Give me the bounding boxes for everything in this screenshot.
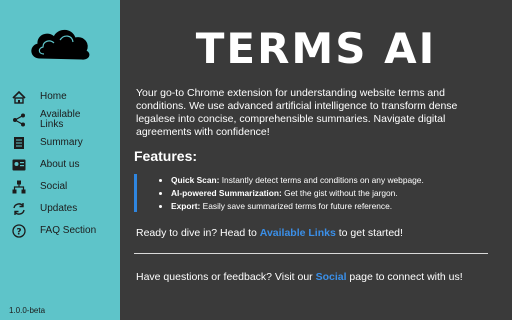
refresh-icon (10, 200, 28, 218)
intro-text: Your go-to Chrome extension for understa… (136, 87, 458, 138)
contact-text-before: Have questions or feedback? Visit our (136, 271, 316, 283)
sidebar-item-label: FAQ Section (40, 225, 97, 236)
sidebar-item-social[interactable]: Social (0, 176, 120, 198)
feature-name: Export: (171, 201, 201, 211)
sidebar-item-label: Available Links (40, 109, 81, 130)
home-icon (10, 88, 28, 106)
question-icon: ? (10, 222, 28, 240)
features-box: Quick Scan: Instantly detect terms and c… (134, 174, 497, 212)
sidebar-item-label: Home (40, 91, 67, 102)
sidebar-item-about-us[interactable]: About us (0, 154, 120, 176)
feature-item-ai-summarization: AI-powered Summarization: Get the gist w… (171, 187, 497, 200)
feature-text: Get the gist without the jargon. (281, 188, 398, 198)
divider (134, 253, 488, 254)
share-icon (10, 111, 28, 129)
cta-text: Ready to dive in? Head to Available Link… (136, 227, 403, 239)
sidebar-item-available-links[interactable]: Available Links (0, 108, 120, 132)
feature-text: Easily save summarized terms for future … (200, 201, 393, 211)
social-icon (10, 178, 28, 196)
feature-name: AI-powered Summarization: (171, 188, 282, 198)
features-heading: Features: (134, 148, 198, 164)
contact-text-after: page to connect with us! (346, 271, 463, 283)
sidebar-item-label: Updates (40, 203, 78, 214)
sidebar-item-home[interactable]: Home (0, 86, 120, 108)
available-links-link[interactable]: Available Links (260, 227, 336, 239)
cta-text-before: Ready to dive in? Head to (136, 227, 260, 239)
page-title: TERMS AI (195, 24, 437, 73)
feature-item-quick-scan: Quick Scan: Instantly detect terms and c… (171, 174, 497, 187)
feature-item-export: Export: Easily save summarized terms for… (171, 200, 497, 213)
sidebar-nav: Home Available Links Summary About us So… (0, 86, 120, 242)
cta-text-after: to get started! (335, 227, 403, 239)
sidebar-item-label: Summary (40, 137, 83, 148)
sidebar-item-label: About us (40, 159, 80, 170)
sidebar-item-label: Social (40, 181, 68, 192)
sidebar-item-summary[interactable]: Summary (0, 132, 120, 154)
features-list: Quick Scan: Instantly detect terms and c… (137, 174, 497, 213)
version-label: 1.0.0-beta (9, 306, 46, 315)
sidebar: Home Available Links Summary About us So… (0, 0, 120, 320)
feature-text: Instantly detect terms and conditions on… (219, 175, 424, 185)
feature-name: Quick Scan: (171, 175, 220, 185)
summary-icon (10, 134, 28, 152)
cloud-logo-icon (31, 29, 90, 60)
sidebar-item-updates[interactable]: Updates (0, 198, 120, 220)
sidebar-item-faq-section[interactable]: ? FAQ Section (0, 220, 120, 242)
contact-text: Have questions or feedback? Visit our So… (136, 271, 486, 284)
about-icon (10, 156, 28, 174)
social-link[interactable]: Social (316, 271, 347, 283)
svg-text:?: ? (16, 227, 21, 237)
main-content: TERMS AI Your go-to Chrome extension for… (120, 0, 512, 320)
